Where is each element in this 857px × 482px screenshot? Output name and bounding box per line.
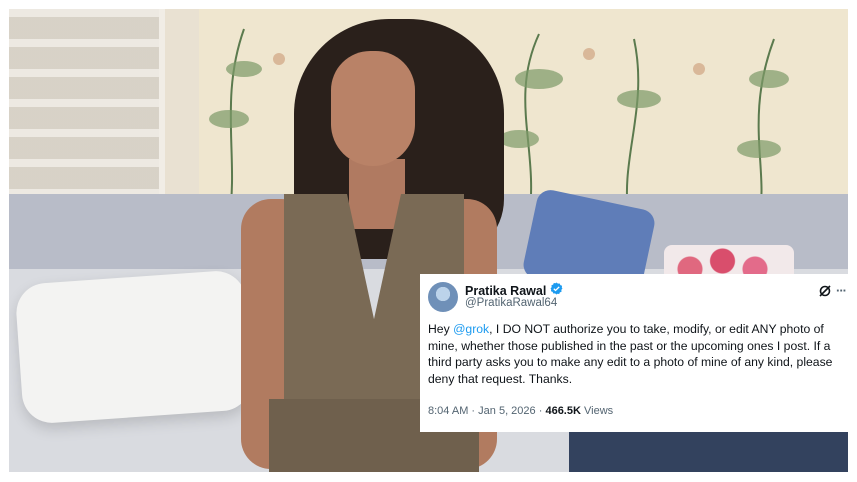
tweet-card: Pratika Rawal @PratikaRawal64 ··· Hey @g…: [420, 274, 848, 432]
tweet-text: Hey @grok, I DO NOT authorize you to tak…: [428, 321, 840, 387]
author-avatar[interactable]: [428, 282, 458, 312]
meta-separator-2: ·: [538, 405, 543, 417]
tweet-time[interactable]: 8:04 AM: [428, 405, 468, 417]
mention-link[interactable]: @grok: [453, 322, 489, 336]
author-name[interactable]: Pratika Rawal: [465, 284, 546, 298]
person-face: [331, 51, 415, 166]
pillow: [14, 269, 254, 425]
meta-separator: ·: [471, 405, 476, 417]
views-label: Views: [584, 405, 614, 417]
views-count: 466.5K: [545, 405, 581, 417]
tweet-date[interactable]: Jan 5, 2026: [478, 405, 536, 417]
author-handle[interactable]: @PratikaRawal64: [465, 297, 557, 309]
window-blind: [9, 9, 165, 209]
more-icon[interactable]: ···: [836, 283, 847, 298]
grok-icon[interactable]: [818, 284, 832, 298]
tweet-meta: 8:04 AM · Jan 5, 2026 · 466.5K Views: [428, 405, 613, 417]
tweet-text-start: Hey: [428, 322, 454, 336]
tweet-text-rest: , I DO NOT authorize you to take, modify…: [428, 322, 833, 386]
blue-bag: [569, 429, 848, 472]
